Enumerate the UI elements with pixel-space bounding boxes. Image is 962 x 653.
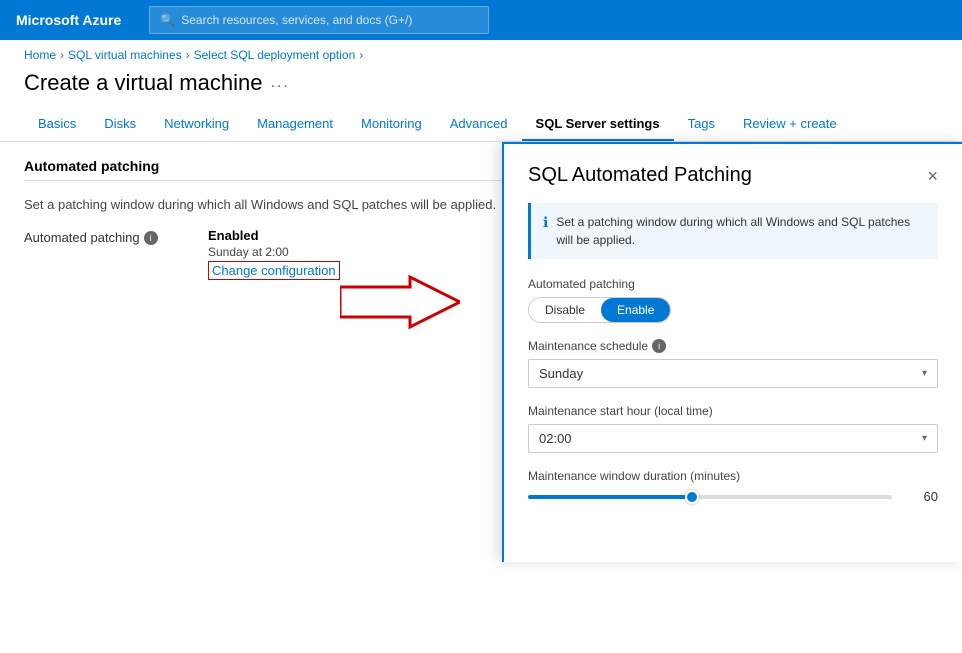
maintenance-start-dropdown[interactable]: 02:00 ▾ — [528, 424, 938, 453]
panel-header: SQL Automated Patching × — [528, 164, 938, 187]
disable-toggle-button[interactable]: Disable — [529, 298, 601, 322]
breadcrumb: Home › SQL virtual machines › Select SQL… — [0, 40, 962, 66]
panel-maintenance-duration-label: Maintenance window duration (minutes) — [528, 469, 938, 483]
arrow-indicator — [340, 272, 460, 335]
panel-maintenance-start-label: Maintenance start hour (local time) — [528, 404, 938, 418]
panel-info-box: ℹ Set a patching window during which all… — [528, 203, 938, 259]
duration-slider-container: 60 — [528, 489, 938, 504]
duration-slider-thumb[interactable] — [685, 490, 699, 504]
maintenance-schedule-info-icon[interactable]: i — [652, 339, 666, 353]
breadcrumb-sep-2: › — [186, 48, 190, 62]
breadcrumb-select-option[interactable]: Select SQL deployment option — [194, 48, 356, 62]
breadcrumb-home[interactable]: Home — [24, 48, 56, 62]
tab-bar: Basics Disks Networking Management Monit… — [0, 108, 962, 142]
panel-maintenance-schedule-field: Maintenance schedule i Sunday ▾ — [528, 339, 938, 388]
page-menu-icon[interactable]: ... — [270, 74, 289, 92]
tab-tags[interactable]: Tags — [674, 108, 729, 141]
automated-patching-info-icon[interactable]: i — [144, 231, 158, 245]
panel-maintenance-duration-label-text: Maintenance window duration (minutes) — [528, 469, 740, 483]
enable-toggle-button[interactable]: Enable — [601, 298, 670, 322]
dropdown-chevron-icon: ▾ — [922, 368, 927, 379]
tab-networking[interactable]: Networking — [150, 108, 243, 141]
info-box-icon: ℹ — [543, 214, 548, 231]
status-enabled-text: Enabled — [208, 228, 340, 243]
tab-monitoring[interactable]: Monitoring — [347, 108, 436, 141]
panel-maintenance-start-field: Maintenance start hour (local time) 02:0… — [528, 404, 938, 453]
panel-maintenance-schedule-label-text: Maintenance schedule — [528, 339, 648, 353]
right-arrow-icon — [340, 272, 460, 332]
automated-patching-value: Enabled Sunday at 2:00 Change configurat… — [208, 228, 340, 280]
global-search[interactable]: 🔍 Search resources, services, and docs (… — [149, 6, 489, 34]
panel-auto-patch-field: Automated patching Disable Enable — [528, 277, 938, 323]
toggle-group: Disable Enable — [528, 297, 671, 323]
top-nav-bar: Microsoft Azure 🔍 Search resources, serv… — [0, 0, 962, 40]
maintenance-start-value: 02:00 — [539, 431, 572, 446]
tab-management[interactable]: Management — [243, 108, 347, 141]
breadcrumb-sep-3: › — [359, 48, 363, 62]
page-title: Create a virtual machine — [24, 70, 262, 96]
search-placeholder: Search resources, services, and docs (G+… — [181, 13, 412, 27]
panel-maintenance-start-label-text: Maintenance start hour (local time) — [528, 404, 713, 418]
search-icon: 🔍 — [160, 13, 175, 27]
panel-maintenance-schedule-label: Maintenance schedule i — [528, 339, 938, 353]
automated-patching-label: Automated patching i — [24, 228, 184, 245]
maintenance-schedule-dropdown[interactable]: Sunday ▾ — [528, 359, 938, 388]
panel-title: SQL Automated Patching — [528, 164, 752, 187]
azure-logo: Microsoft Azure — [16, 12, 121, 28]
duration-slider-fill — [528, 495, 692, 499]
tab-review-create[interactable]: Review + create — [729, 108, 851, 141]
status-sub-text: Sunday at 2:00 — [208, 245, 340, 259]
sql-automated-patching-panel: SQL Automated Patching × ℹ Set a patchin… — [502, 142, 962, 562]
panel-auto-patch-label: Automated patching — [528, 277, 938, 291]
panel-close-button[interactable]: × — [927, 167, 938, 185]
panel-maintenance-duration-field: Maintenance window duration (minutes) 60 — [528, 469, 938, 504]
duration-slider-track[interactable] — [528, 495, 892, 499]
tab-disks[interactable]: Disks — [90, 108, 150, 141]
tab-advanced[interactable]: Advanced — [436, 108, 522, 141]
automated-patching-label-text: Automated patching — [24, 230, 140, 245]
duration-slider-value: 60 — [902, 489, 938, 504]
info-box-text: Set a patching window during which all W… — [556, 213, 926, 249]
maintenance-schedule-value: Sunday — [539, 366, 583, 381]
dropdown-chevron-start-icon: ▾ — [922, 433, 927, 444]
breadcrumb-sep-1: › — [60, 48, 64, 62]
panel-auto-patch-label-text: Automated patching — [528, 277, 635, 291]
page-title-row: Create a virtual machine ... — [0, 66, 962, 108]
breadcrumb-sql-vms[interactable]: SQL virtual machines — [68, 48, 182, 62]
tab-basics[interactable]: Basics — [24, 108, 90, 141]
main-content: Automated patching Set a patching window… — [0, 142, 962, 572]
change-configuration-link[interactable]: Change configuration — [208, 261, 340, 280]
tab-sql-server-settings[interactable]: SQL Server settings — [522, 108, 674, 141]
